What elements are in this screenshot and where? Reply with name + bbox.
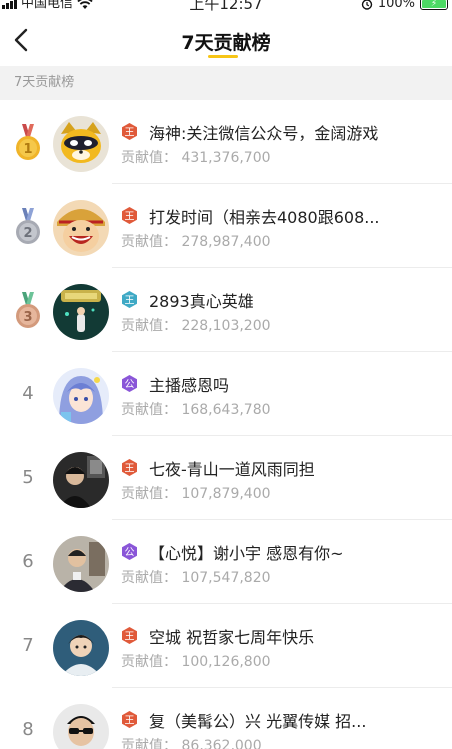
- contribution-value: 贡献值： 107,879,400: [121, 486, 271, 502]
- status-bar: 中国电信 上午12:57 100% ⚡: [0, 0, 452, 14]
- battery-percent: 100%: [377, 0, 415, 11]
- ranking-row[interactable]: 4 公 主播感恩吗 贡献值： 168,643,780: [0, 352, 452, 436]
- contribution-value: 贡献值： 168,643,780: [121, 402, 271, 418]
- dark-photo-avatar[interactable]: [53, 452, 109, 508]
- svg-text:2: 2: [23, 226, 32, 241]
- svg-text:3: 3: [23, 310, 32, 325]
- rank-number: 4: [22, 383, 34, 404]
- rank-number: 6: [22, 551, 34, 572]
- ranking-row[interactable]: 8 王 复（美髯公）兴 光翼传媒 招... 贡献值： 86,362,000: [0, 688, 452, 749]
- king-badge-icon: 王: [121, 627, 138, 644]
- user-name: 七夜-青山一道风雨同担: [149, 460, 315, 479]
- page-title: 7天贡献榜: [181, 32, 271, 54]
- guild-badge-icon: 公: [121, 543, 138, 560]
- svg-text:王: 王: [125, 716, 135, 727]
- anime-character-avatar[interactable]: [53, 200, 109, 256]
- portrait-avatar[interactable]: [53, 620, 109, 676]
- contribution-value: 贡献值： 100,126,800: [121, 654, 271, 670]
- cartoon-raccoon-avatar[interactable]: [53, 116, 109, 172]
- silver-medal-icon: 2: [16, 208, 40, 244]
- contribution-value: 贡献值： 228,103,200: [121, 318, 271, 334]
- user-name: 2893真心英雄: [149, 292, 254, 311]
- rank-number: 7: [22, 635, 34, 656]
- ranking-row[interactable]: 5 王 七夜-青山一道风雨同担 贡献值： 107,879,400: [0, 436, 452, 520]
- rank-number: 8: [22, 719, 34, 740]
- svg-text:王: 王: [125, 632, 135, 643]
- nav-bar: 7天贡献榜: [0, 14, 452, 66]
- ranking-row[interactable]: 3 王 2893真心英雄 贡献值： 228,103,200: [0, 268, 452, 352]
- title-underline: [208, 55, 238, 58]
- king-badge-icon: 王: [121, 291, 138, 308]
- contribution-value: 贡献值： 86,362,000: [121, 738, 262, 749]
- sunglasses-man-avatar[interactable]: [53, 704, 109, 749]
- king-badge-icon: 王: [121, 459, 138, 476]
- section-header: 7天贡献榜: [0, 66, 452, 100]
- user-name: 复（美髯公）兴 光翼传媒 招...: [149, 712, 367, 731]
- ranking-row[interactable]: 1 王 海神:关注微信公众号，金阔游戏 贡献值： 431,376,700: [0, 100, 452, 184]
- user-name: 海神:关注微信公众号，金阔游戏: [149, 124, 379, 143]
- contribution-value: 贡献值： 431,376,700: [121, 150, 271, 166]
- ranking-row[interactable]: 6 公 【心悦】谢小宇 感恩有你~ 贡献值： 107,547,820: [0, 520, 452, 604]
- user-name: 主播感恩吗: [149, 376, 230, 395]
- svg-text:公: 公: [125, 380, 135, 391]
- dark-green-poster-avatar[interactable]: [53, 284, 109, 340]
- user-name: 空城 祝哲家七周年快乐: [149, 628, 315, 647]
- svg-text:王: 王: [125, 212, 135, 223]
- man-photo-avatar[interactable]: [53, 536, 109, 592]
- svg-text:1: 1: [23, 142, 32, 157]
- user-name: 打发时间（相亲去4080跟608...: [149, 208, 380, 227]
- alarm-icon: [361, 0, 373, 10]
- ranking-row[interactable]: 7 王 空城 祝哲家七周年快乐 贡献值： 100,126,800: [0, 604, 452, 688]
- contribution-value: 贡献值： 278,987,400: [121, 234, 271, 250]
- contribution-value: 贡献值： 107,547,820: [121, 570, 271, 586]
- svg-text:公: 公: [125, 548, 135, 559]
- king-badge-icon: 王: [121, 123, 138, 140]
- ranking-list: 1 王 海神:关注微信公众号，金阔游戏 贡献值： 431,376,700 2 王…: [0, 100, 452, 749]
- gold-medal-icon: 1: [16, 124, 40, 160]
- rank-number: 5: [22, 467, 34, 488]
- anime-girl-avatar[interactable]: [53, 368, 109, 424]
- bronze-medal-icon: 3: [16, 292, 40, 328]
- ranking-row[interactable]: 2 王 打发时间（相亲去4080跟608... 贡献值： 278,987,400: [0, 184, 452, 268]
- user-name: 【心悦】谢小宇 感恩有你~: [149, 544, 344, 563]
- king-badge-icon: 王: [121, 207, 138, 224]
- svg-text:王: 王: [125, 128, 135, 139]
- guild-badge-icon: 公: [121, 375, 138, 392]
- battery-icon: ⚡: [420, 0, 448, 10]
- svg-text:王: 王: [125, 296, 135, 307]
- king-badge-icon: 王: [121, 711, 138, 728]
- svg-text:王: 王: [125, 464, 135, 475]
